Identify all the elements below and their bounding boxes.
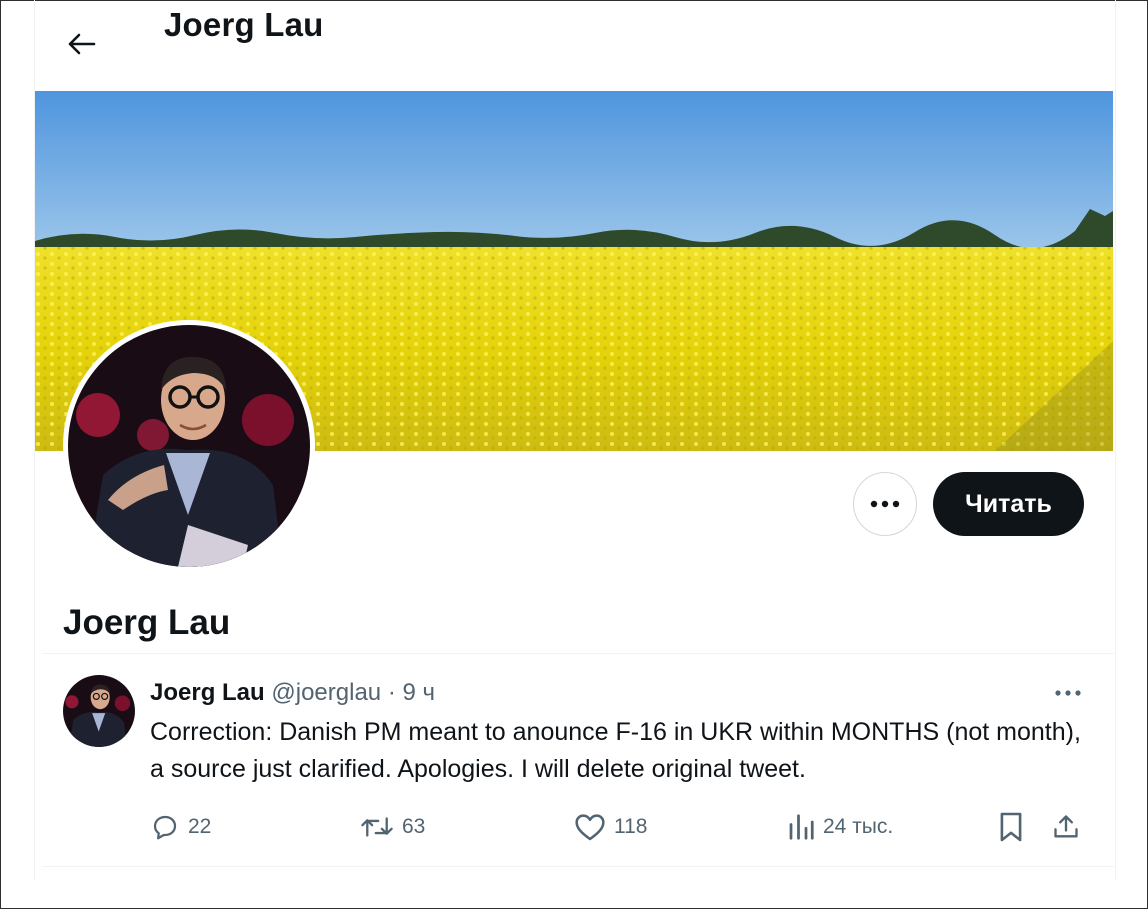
tweet-timestamp[interactable]: 9 ч [402,679,435,706]
divider [42,653,1114,654]
more-horizontal-icon [870,500,900,508]
profile-avatar[interactable] [63,320,315,572]
divider [42,866,1114,867]
reply-icon [153,815,177,840]
retweet-button[interactable]: 63 [360,808,425,846]
reply-button[interactable]: 22 [150,808,211,846]
like-button[interactable]: 118 [574,808,647,846]
share-icon [1054,815,1078,838]
arrow-left-icon [68,33,96,55]
retweet-count: 63 [402,815,426,838]
tweet-author-name[interactable]: Joerg Lau [150,679,265,706]
tweet-author-avatar[interactable] [63,675,135,747]
share-button[interactable] [1052,808,1080,846]
page-title: Joerg Lau [164,6,324,43]
like-count: 118 [614,815,648,838]
tweet-more-button[interactable] [1046,676,1090,710]
views-count: 24 тыс. [823,815,894,838]
avatar [63,675,135,747]
avatar [68,325,310,567]
follow-button[interactable]: Читать [933,472,1084,536]
views-icon [789,814,814,840]
tweet-separator: · [387,679,396,706]
tweet-header: Joerg Lau @joerglau · 9 ч [150,679,435,707]
heart-icon [575,814,605,841]
profile-more-button[interactable] [853,472,917,536]
bookmark-button[interactable] [998,808,1024,846]
tweet-author-handle[interactable]: @joerglau [271,679,381,706]
back-button[interactable] [58,24,104,64]
reply-count: 22 [188,815,212,838]
bookmark-icon [1000,812,1022,842]
profile-display-name: Joerg Lau [63,603,231,642]
retweet-icon [361,817,393,837]
views-button[interactable]: 24 тыс. [787,808,893,846]
more-horizontal-icon [1055,690,1081,696]
tweet-text: Correction: Danish PM meant to anounce F… [150,718,1081,783]
